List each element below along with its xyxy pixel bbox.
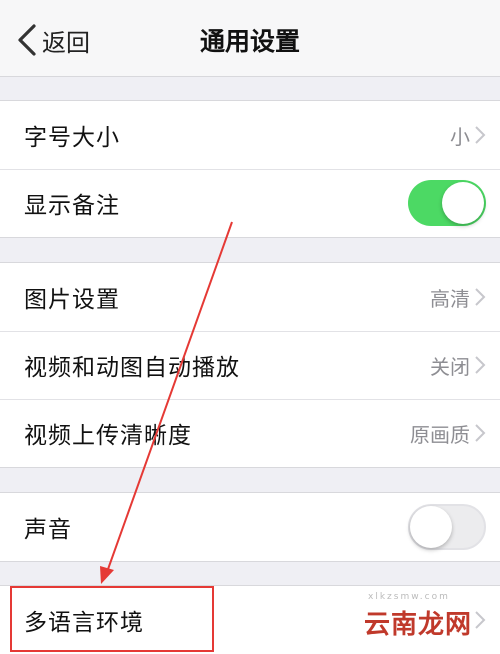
video-autoplay-row[interactable]: 视频和动图自动播放 关闭 xyxy=(0,331,500,399)
video-autoplay-value: 关闭 xyxy=(430,354,470,379)
video-upload-quality-value: 原画质 xyxy=(410,422,470,447)
watermark-text: 云南龙网 xyxy=(364,610,473,640)
page-title: 通用设置 xyxy=(199,27,300,56)
show-notes-row: 显示备注 xyxy=(0,169,500,237)
settings-group-media: 图片设置 高清 视频和动图自动播放 关闭 视频上传清晰度 原画质 xyxy=(0,262,500,468)
toggle-knob xyxy=(442,182,484,224)
image-settings-row[interactable]: 图片设置 高清 xyxy=(0,263,500,331)
chevron-right-icon xyxy=(475,288,486,306)
video-upload-quality-row[interactable]: 视频上传清晰度 原画质 xyxy=(0,399,500,467)
sound-row: 声音 xyxy=(0,493,500,561)
font-size-label: 字号大小 xyxy=(24,125,120,151)
navigation-bar: 返回 通用设置 xyxy=(0,0,500,77)
watermark-subtext: xlkzsmw.com xyxy=(368,592,450,602)
image-settings-value: 高清 xyxy=(430,286,470,311)
image-settings-label: 图片设置 xyxy=(24,287,120,313)
chevron-right-icon xyxy=(475,126,486,144)
font-size-value: 小 xyxy=(450,124,470,149)
sound-label: 声音 xyxy=(24,517,72,543)
sound-toggle[interactable] xyxy=(408,504,486,550)
chevron-right-icon xyxy=(475,424,486,442)
watermark: xlkzsmw.com 云南龙网 xyxy=(364,588,500,648)
settings-group-sound: 声音 xyxy=(0,492,500,562)
video-autoplay-label: 视频和动图自动播放 xyxy=(24,355,240,381)
show-notes-toggle[interactable] xyxy=(408,180,486,226)
toggle-knob xyxy=(410,506,452,548)
annotation-highlight-box xyxy=(10,586,214,652)
font-size-row[interactable]: 字号大小 小 xyxy=(0,101,500,169)
show-notes-label: 显示备注 xyxy=(24,193,120,219)
video-upload-quality-label: 视频上传清晰度 xyxy=(24,423,192,449)
chevron-right-icon xyxy=(475,356,486,374)
settings-group-display: 字号大小 小 显示备注 xyxy=(0,100,500,238)
